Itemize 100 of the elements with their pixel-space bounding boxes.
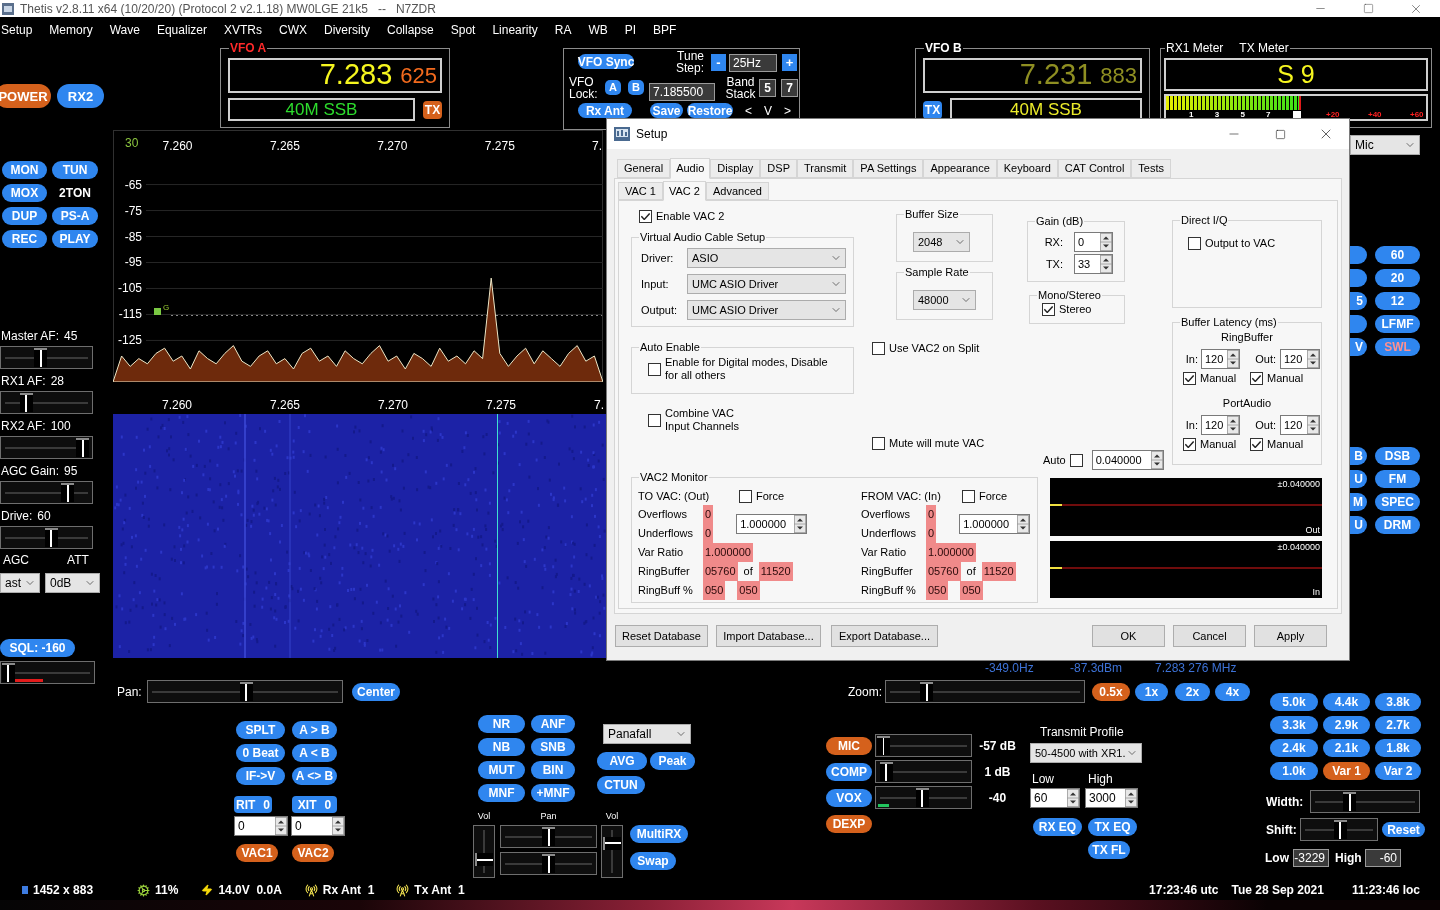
- band-button[interactable]: V: [1350, 338, 1367, 356]
- squelch-button[interactable]: SQL: -160: [0, 639, 75, 657]
- slider-track[interactable]: [147, 680, 343, 703]
- tab[interactable]: Transmit: [797, 159, 854, 178]
- dialog-button[interactable]: Apply: [1254, 625, 1327, 647]
- mode-button[interactable]: U: [1350, 470, 1367, 488]
- spin-box[interactable]: 120: [1201, 415, 1240, 435]
- menu-item[interactable]: Collapse: [387, 22, 434, 37]
- dropdown[interactable]: ast: [0, 573, 40, 593]
- tab[interactable]: General: [617, 159, 671, 178]
- subtab[interactable]: VAC 1: [618, 182, 663, 200]
- band-button[interactable]: [1350, 246, 1367, 264]
- tab[interactable]: Tests: [1131, 159, 1172, 178]
- dsp-button[interactable]: +MNF: [531, 784, 575, 802]
- dropdown[interactable]: 48000: [913, 290, 976, 310]
- tx-control-button[interactable]: DEXP: [826, 815, 872, 833]
- vfo-sync-button[interactable]: VFO Sync: [578, 54, 634, 69]
- checkbox[interactable]: [1183, 372, 1196, 385]
- menu-item[interactable]: XVTRs: [223, 22, 262, 37]
- save-button[interactable]: Save: [650, 103, 683, 118]
- spin-box[interactable]: 33: [1074, 254, 1113, 274]
- slider-thumb[interactable]: [76, 438, 90, 457]
- checkbox[interactable]: [739, 489, 752, 503]
- slider-thumb[interactable]: [542, 854, 555, 873]
- slider-thumb[interactable]: [61, 483, 75, 502]
- filter-button[interactable]: 1.8k: [1375, 739, 1421, 757]
- spin-arrows-icon[interactable]: [1307, 350, 1319, 368]
- dsp-button[interactable]: MNF: [478, 784, 525, 802]
- vac-button[interactable]: VAC2: [292, 844, 334, 862]
- slider-track[interactable]: [1310, 790, 1420, 813]
- display-button[interactable]: AVG: [597, 752, 647, 770]
- slider-thumb[interactable]: [916, 788, 930, 807]
- tab[interactable]: Keyboard: [996, 159, 1058, 178]
- slider-track[interactable]: [875, 760, 972, 783]
- band-stack-box[interactable]: 5: [759, 78, 776, 97]
- filter-edge-field[interactable]: -60: [1365, 849, 1401, 867]
- step-down-button[interactable]: -: [711, 54, 726, 71]
- spin-box[interactable]: 1.000000: [959, 514, 1031, 534]
- tx-button[interactable]: TX: [423, 100, 442, 119]
- slider-thumb[interactable]: [20, 393, 34, 412]
- slider-track[interactable]: [0, 526, 93, 549]
- vfo-button[interactable]: IF->V: [236, 767, 285, 785]
- toggle-button[interactable]: PS-A: [52, 207, 98, 225]
- filter-button[interactable]: 3.3k: [1270, 716, 1318, 734]
- subtab[interactable]: Advanced: [705, 182, 769, 200]
- spin-arrows-icon[interactable]: [1125, 789, 1137, 807]
- database-button[interactable]: Import Database...: [716, 625, 821, 647]
- spin-arrows-icon[interactable]: [1227, 350, 1239, 368]
- dropdown[interactable]: 0dB: [45, 573, 100, 593]
- checkbox[interactable]: [872, 342, 885, 355]
- menu-item[interactable]: Setup: [1, 22, 33, 37]
- spin-box[interactable]: 0: [234, 816, 288, 836]
- slider-thumb[interactable]: [877, 736, 890, 755]
- slider-track[interactable]: [0, 346, 93, 369]
- spin-box[interactable]: 60: [1030, 788, 1080, 808]
- dropdown[interactable]: Panafall: [603, 724, 691, 744]
- menu-item[interactable]: Wave: [109, 22, 140, 37]
- slider-thumb[interactable]: [1342, 792, 1356, 811]
- filter-button[interactable]: 2.9k: [1323, 716, 1370, 734]
- filter-button[interactable]: 3.8k: [1375, 693, 1421, 711]
- tx-control-button[interactable]: COMP: [826, 762, 872, 781]
- spin-arrows-icon[interactable]: [794, 515, 807, 533]
- dropdown[interactable]: UMC ASIO Driver: [687, 274, 846, 294]
- slider-thumb[interactable]: [475, 852, 493, 866]
- checkbox[interactable]: [962, 489, 975, 503]
- checkbox[interactable]: [639, 210, 652, 223]
- band-stack-box[interactable]: 7: [781, 78, 798, 97]
- tx-control-button[interactable]: MIC: [826, 736, 872, 755]
- checkbox[interactable]: [1188, 237, 1201, 250]
- display-button[interactable]: Peak: [650, 752, 695, 770]
- dropdown[interactable]: Mic: [1350, 135, 1420, 155]
- zoom-button[interactable]: 4x: [1215, 682, 1250, 701]
- toggle-button[interactable]: TUN: [52, 161, 98, 179]
- slider-track[interactable]: [0, 661, 95, 684]
- slider-track[interactable]: [500, 852, 597, 875]
- checkbox[interactable]: [1069, 453, 1083, 467]
- mode-button[interactable]: DRM: [1375, 516, 1420, 534]
- toggle-button[interactable]: 2TON: [52, 184, 98, 202]
- mode-button[interactable]: U: [1350, 516, 1367, 534]
- menu-item[interactable]: Memory: [49, 22, 93, 37]
- lock-frequency-field[interactable]: 7.185500: [649, 82, 715, 101]
- menu-item[interactable]: CWX: [279, 22, 307, 37]
- filter-button[interactable]: 1.0k: [1270, 762, 1318, 780]
- lock-button[interactable]: B: [628, 80, 644, 95]
- slider-thumb[interactable]: [1333, 820, 1347, 839]
- tab[interactable]: Audio: [670, 158, 711, 179]
- toggle-button[interactable]: DUP: [2, 207, 47, 225]
- nav-button[interactable]: V: [764, 103, 773, 118]
- zoom-button[interactable]: 2x: [1175, 682, 1210, 701]
- filter-button[interactable]: Var 2: [1375, 762, 1421, 780]
- checkbox[interactable]: [1250, 438, 1264, 451]
- menu-item[interactable]: BPF: [653, 22, 677, 37]
- spin-box[interactable]: 1.000000: [736, 514, 808, 534]
- slider-track[interactable]: [0, 436, 93, 459]
- slider-track[interactable]: [875, 786, 972, 809]
- reset-button[interactable]: Reset: [1382, 822, 1425, 837]
- spin-arrows-icon[interactable]: [1017, 515, 1030, 533]
- tab[interactable]: CAT Control: [1057, 159, 1132, 178]
- eq-button[interactable]: RX EQ: [1033, 818, 1082, 836]
- mode-button[interactable]: FM: [1375, 470, 1420, 488]
